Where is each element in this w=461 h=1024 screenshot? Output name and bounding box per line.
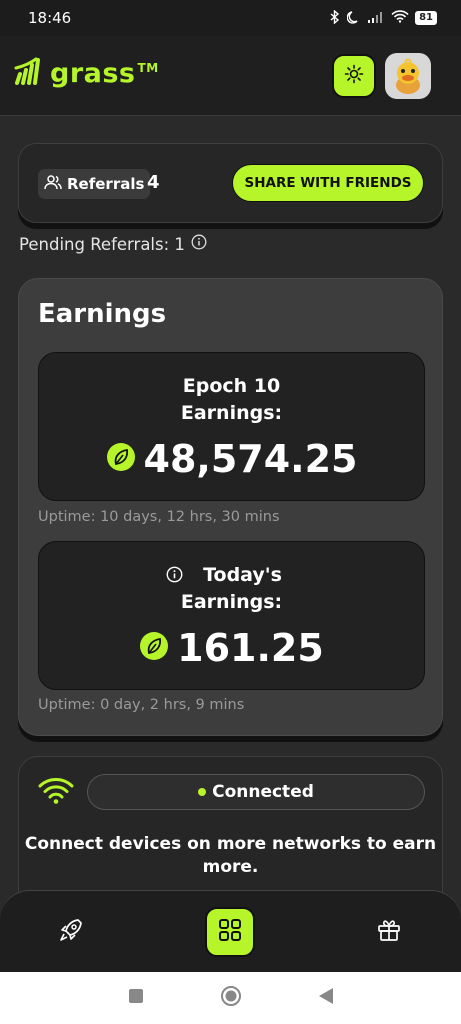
referrals-card: Referrals 4 SHARE WITH FRIENDS <box>18 143 443 223</box>
epoch-amount-row: 48,574.25 <box>39 437 424 481</box>
today-uptime: Uptime: 0 day, 2 hrs, 9 mins <box>38 697 245 713</box>
nav-rewards[interactable] <box>364 907 414 957</box>
today-earnings-label: Today's Earnings: <box>180 564 283 613</box>
avatar[interactable] <box>385 53 431 99</box>
grass-logo-icon <box>14 56 42 90</box>
bluetooth-icon <box>329 8 341 27</box>
duck-avatar-icon <box>396 58 420 94</box>
pending-referrals-label: Pending Referrals: 1 <box>19 234 185 254</box>
connection-status: Connected <box>212 782 314 802</box>
epoch-earnings-label: Epoch 10 Earnings: <box>180 375 283 424</box>
recents-button[interactable] <box>128 988 144 1008</box>
grass-points-icon <box>106 442 136 476</box>
referrals-label: Referrals <box>67 175 145 193</box>
nav-dashboard[interactable] <box>205 907 255 957</box>
status-bar: 18:46 81 <box>0 0 461 36</box>
connection-message: Connect devices on more networks to earn… <box>24 834 437 877</box>
today-earnings-box: Today's Earnings: 161.25 <box>38 541 425 690</box>
home-button[interactable] <box>220 985 242 1011</box>
rocket-icon <box>58 917 84 947</box>
battery-indicator: 81 <box>415 11 437 25</box>
logo-text: grass TM <box>50 57 159 89</box>
epoch-uptime: Uptime: 10 days, 12 hrs, 30 mins <box>38 509 280 525</box>
status-time: 18:46 <box>28 9 72 27</box>
today-amount-row: 161.25 <box>39 626 424 670</box>
share-with-friends-button[interactable]: SHARE WITH FRIENDS <box>232 164 424 202</box>
epoch-earnings-box: Epoch 10 Earnings: 48,574.25 <box>38 352 425 501</box>
grid-icon <box>218 918 242 946</box>
system-nav-bar <box>0 972 461 1024</box>
info-icon[interactable] <box>191 234 207 254</box>
back-button[interactable] <box>318 987 334 1009</box>
signal-icon <box>367 11 385 26</box>
gift-icon <box>376 917 402 947</box>
grass-points-icon <box>139 631 169 665</box>
earnings-title: Earnings <box>38 299 167 329</box>
users-icon <box>44 174 62 194</box>
referrals-chip[interactable]: Referrals <box>38 169 151 199</box>
app-header: grass TM <box>0 36 461 116</box>
bottom-nav <box>0 890 461 972</box>
referrals-count: 4 <box>147 172 160 193</box>
sun-icon <box>344 64 364 88</box>
earnings-card: Earnings Epoch 10 Earnings: 48,574.25 Up… <box>18 278 443 736</box>
pending-referrals: Pending Referrals: 1 <box>19 234 207 254</box>
connection-status-pill[interactable]: Connected <box>87 774 425 810</box>
theme-toggle-button[interactable] <box>332 54 376 98</box>
grass-logo[interactable]: grass TM <box>14 56 159 90</box>
epoch-amount: 48,574.25 <box>143 437 358 481</box>
wifi-status-icon <box>391 10 409 26</box>
status-icons: 81 <box>329 8 437 27</box>
nav-rocket[interactable] <box>46 907 96 957</box>
moon-icon <box>346 10 361 27</box>
connected-dot <box>198 788 207 796</box>
wifi-icon <box>38 777 74 809</box>
today-amount: 161.25 <box>177 626 324 670</box>
